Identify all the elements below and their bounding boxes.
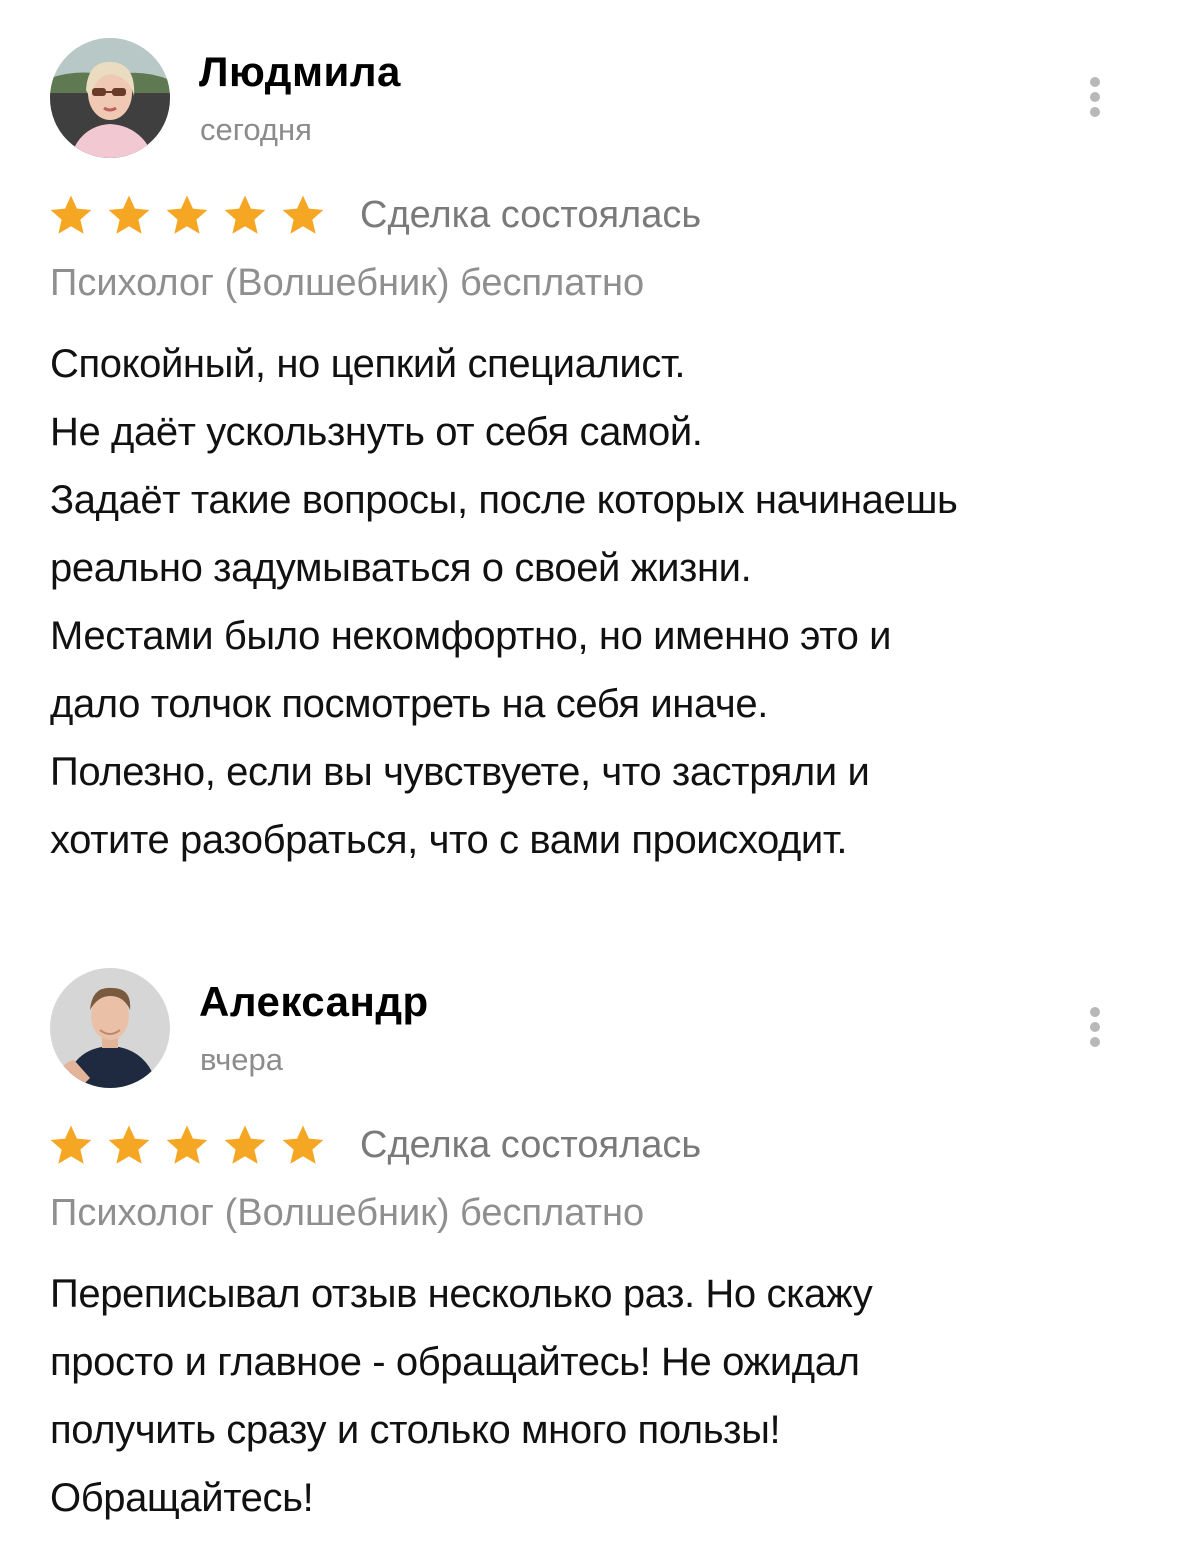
review-text-line: Обращайтесь! [50, 1476, 314, 1520]
author-name[interactable]: Александр [199, 976, 429, 1028]
review-text: Спокойный, но цепкий специалист. Не даёт … [50, 330, 1170, 874]
star-icon [108, 195, 150, 234]
review-text-line: Местами было некомфортно, но именно это … [50, 614, 892, 658]
review-text: Переписывал отзыв несколько раз. Но скаж… [50, 1260, 1170, 1532]
review-text-line: хотите разобраться, что с вами происходи… [50, 818, 848, 862]
star-icon [282, 195, 324, 234]
menu-dot [1090, 77, 1100, 87]
service-name[interactable]: Психолог (Волшебник) бесплатно [50, 257, 644, 309]
author-name[interactable]: Людмила [199, 46, 401, 98]
review-text-line: Полезно, если вы чувствуете, что застрял… [50, 750, 870, 794]
review-text-line: просто и главное - обращайтесь! Не ожида… [50, 1340, 860, 1384]
star-rating [48, 192, 338, 238]
review-text-line: дало толчок посмотреть на себя иначе. [50, 682, 768, 726]
avatar[interactable] [50, 38, 170, 158]
user-photo-icon [50, 968, 170, 1088]
user-photo-icon [50, 38, 170, 158]
review-text-line: Не даёт ускользнуть от себя самой. [50, 410, 703, 454]
rating-row: Сделка состоялась [48, 1120, 701, 1170]
star-rating [48, 1122, 338, 1168]
star-icon [224, 1125, 266, 1164]
menu-dot [1090, 92, 1100, 102]
review-text-line: реально задумываться о своей жизни. [50, 546, 752, 590]
review-text-line: Спокойный, но цепкий специалист. [50, 342, 686, 386]
menu-dot [1090, 1022, 1100, 1032]
review-text-line: получить сразу и столько много пользы! [50, 1408, 781, 1452]
star-icon [50, 195, 92, 234]
service-name[interactable]: Психолог (Волшебник) бесплатно [50, 1187, 644, 1239]
more-vertical-icon[interactable] [1080, 1002, 1110, 1052]
deal-status: Сделка состоялась [360, 1124, 702, 1166]
review-date: сегодня [200, 112, 312, 147]
review-date: вчера [200, 1042, 283, 1077]
review-text-line: Переписывал отзыв несколько раз. Но скаж… [50, 1272, 873, 1316]
star-icon [108, 1125, 150, 1164]
star-icon [224, 195, 266, 234]
menu-dot [1090, 1037, 1100, 1047]
star-icon [166, 1125, 208, 1164]
star-icon [50, 1125, 92, 1164]
review-text-line: Задаёт такие вопросы, после которых начи… [50, 478, 958, 522]
more-vertical-icon[interactable] [1080, 72, 1110, 122]
rating-row: Сделка состоялась [48, 190, 701, 240]
deal-status: Сделка состоялась [360, 194, 702, 236]
avatar[interactable] [50, 968, 170, 1088]
menu-dot [1090, 1007, 1100, 1017]
star-icon [282, 1125, 324, 1164]
menu-dot [1090, 107, 1100, 117]
star-icon [166, 195, 208, 234]
